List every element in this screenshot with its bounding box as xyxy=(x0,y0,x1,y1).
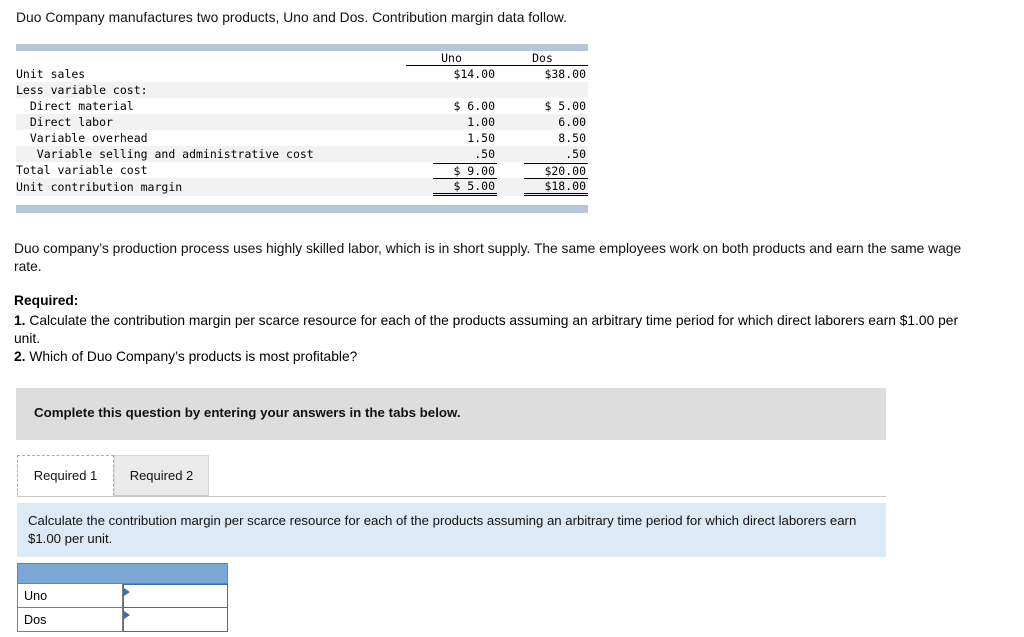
row-dos: $20.00 xyxy=(497,162,588,178)
tab-required-2[interactable]: Required 2 xyxy=(114,455,209,496)
header-uno: Uno xyxy=(406,51,497,66)
row-dos-value: $38.00 xyxy=(544,67,586,81)
table-row: Unit contribution margin $ 5.00 $18.00 xyxy=(16,178,588,196)
tab-required-2-label: Required 2 xyxy=(129,468,194,483)
row-label: Variable selling and administrative cost xyxy=(16,146,406,162)
row-uno-value: $ 6.00 xyxy=(453,99,495,113)
process-paragraph: Duo company’s production process uses hi… xyxy=(14,241,962,274)
answer-row-uno-label: Uno xyxy=(17,584,123,608)
answer-row-dos: Dos xyxy=(17,608,228,632)
question-instruction-text: Calculate the contribution margin per sc… xyxy=(28,513,857,546)
instructions-banner: Complete this question by entering your … xyxy=(16,388,886,440)
requirement-1-number: 1. xyxy=(14,313,26,328)
cursor-arrow-icon xyxy=(124,611,130,619)
row-label: Direct labor xyxy=(16,114,406,130)
requirement-2: 2. Which of Duo Company’s products is mo… xyxy=(14,349,357,364)
row-label: Unit contribution margin xyxy=(16,178,406,196)
answer-grid: Uno Dos xyxy=(17,563,228,632)
row-dos-value: .50 xyxy=(565,147,586,161)
table-row: Unit sales $14.00 $38.00 xyxy=(16,65,588,82)
question-instruction-box: Calculate the contribution margin per sc… xyxy=(17,503,886,557)
cursor-arrow-icon xyxy=(124,588,130,596)
data-table: Uno Dos Unit sales $14.00 $38.00 Less va… xyxy=(16,44,588,213)
row-label: Less variable cost: xyxy=(16,82,406,98)
row-dos-value: 6.00 xyxy=(558,115,586,129)
requirement-1: 1. Calculate the contribution margin per… xyxy=(14,312,959,348)
row-dos xyxy=(497,82,588,98)
requirement-2-number: 2. xyxy=(14,349,26,364)
answer-row-uno-input[interactable] xyxy=(123,584,228,608)
tab-required-1[interactable]: Required 1 xyxy=(17,455,114,496)
required-heading: Required: xyxy=(14,293,79,308)
answer-grid-header xyxy=(17,563,228,584)
answer-row-uno: Uno xyxy=(17,584,228,608)
row-uno: 1.50 xyxy=(406,130,497,146)
table-row: Direct labor 1.00 6.00 xyxy=(16,114,588,130)
worksheet-page: Duo Company manufactures two products, U… xyxy=(0,0,1024,637)
table-header-row: Uno Dos xyxy=(16,51,588,66)
instructions-banner-text: Complete this question by entering your … xyxy=(34,405,461,420)
row-dos-value: $18.00 xyxy=(524,178,588,196)
answer-row-dos-label: Dos xyxy=(17,608,123,632)
row-uno: $14.00 xyxy=(406,65,497,82)
answer-row-dos-input[interactable] xyxy=(123,608,228,632)
row-dos: $18.00 xyxy=(497,178,588,196)
row-dos-value: 8.50 xyxy=(558,131,586,145)
tab-underline xyxy=(17,496,886,497)
row-uno xyxy=(406,82,497,98)
row-label: Direct material xyxy=(16,98,406,114)
row-uno-value: 1.50 xyxy=(467,131,495,145)
row-uno-value: 1.00 xyxy=(467,115,495,129)
table-bottom-bar xyxy=(16,205,588,213)
table-row: Direct material $ 6.00 $ 5.00 xyxy=(16,98,588,114)
row-dos: $38.00 xyxy=(497,65,588,82)
table-spacer xyxy=(16,196,588,205)
row-uno: $ 6.00 xyxy=(406,98,497,114)
row-dos: .50 xyxy=(497,146,588,162)
row-dos-value: $20.00 xyxy=(524,162,588,178)
intro-text: Duo Company manufactures two products, U… xyxy=(16,10,567,25)
table-row: Variable selling and administrative cost… xyxy=(16,146,588,162)
table-row: Total variable cost $ 9.00 $20.00 xyxy=(16,162,588,178)
table-top-bar xyxy=(16,44,588,51)
row-uno: $ 9.00 xyxy=(406,162,497,178)
contribution-margin-table: Uno Dos Unit sales $14.00 $38.00 Less va… xyxy=(16,44,588,213)
header-blank xyxy=(16,51,406,66)
row-uno: .50 xyxy=(406,146,497,162)
requirement-2-text: Which of Duo Company’s products is most … xyxy=(29,349,358,364)
tab-bar: Required 1 Required 2 xyxy=(17,455,887,497)
row-dos: 6.00 xyxy=(497,114,588,130)
row-dos: $ 5.00 xyxy=(497,98,588,114)
row-dos-value: $ 5.00 xyxy=(544,99,586,113)
row-uno-value: .50 xyxy=(474,147,495,161)
row-label: Variable overhead xyxy=(16,130,406,146)
tab-required-1-label: Required 1 xyxy=(33,468,98,483)
requirement-1-text: Calculate the contribution margin per sc… xyxy=(14,313,959,346)
row-uno-value: $ 9.00 xyxy=(433,162,497,178)
row-uno-value: $14.00 xyxy=(453,67,495,81)
row-uno-value: $ 5.00 xyxy=(433,178,497,196)
row-dos: 8.50 xyxy=(497,130,588,146)
table-row: Less variable cost: xyxy=(16,82,588,98)
row-label: Unit sales xyxy=(16,65,406,82)
header-dos: Dos xyxy=(497,51,588,66)
row-uno: 1.00 xyxy=(406,114,497,130)
row-uno: $ 5.00 xyxy=(406,178,497,196)
table-row: Variable overhead 1.50 8.50 xyxy=(16,130,588,146)
row-label: Total variable cost xyxy=(16,162,406,178)
